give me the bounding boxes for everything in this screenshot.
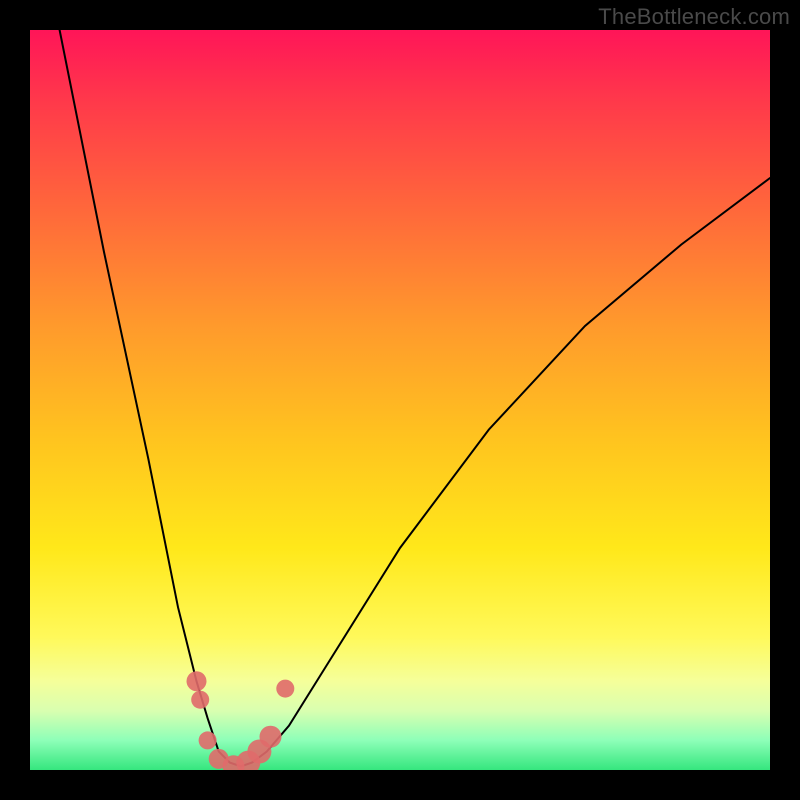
curve-layer (30, 30, 770, 770)
bottleneck-curve (60, 30, 770, 766)
marker-group (187, 671, 295, 770)
curve-marker (191, 691, 209, 709)
watermark-text: TheBottleneck.com (598, 4, 790, 30)
plot-area (30, 30, 770, 770)
curve-marker (260, 726, 282, 748)
curve-marker (199, 731, 217, 749)
chart-frame: TheBottleneck.com (0, 0, 800, 800)
curve-marker (276, 680, 294, 698)
curve-marker (187, 671, 207, 691)
